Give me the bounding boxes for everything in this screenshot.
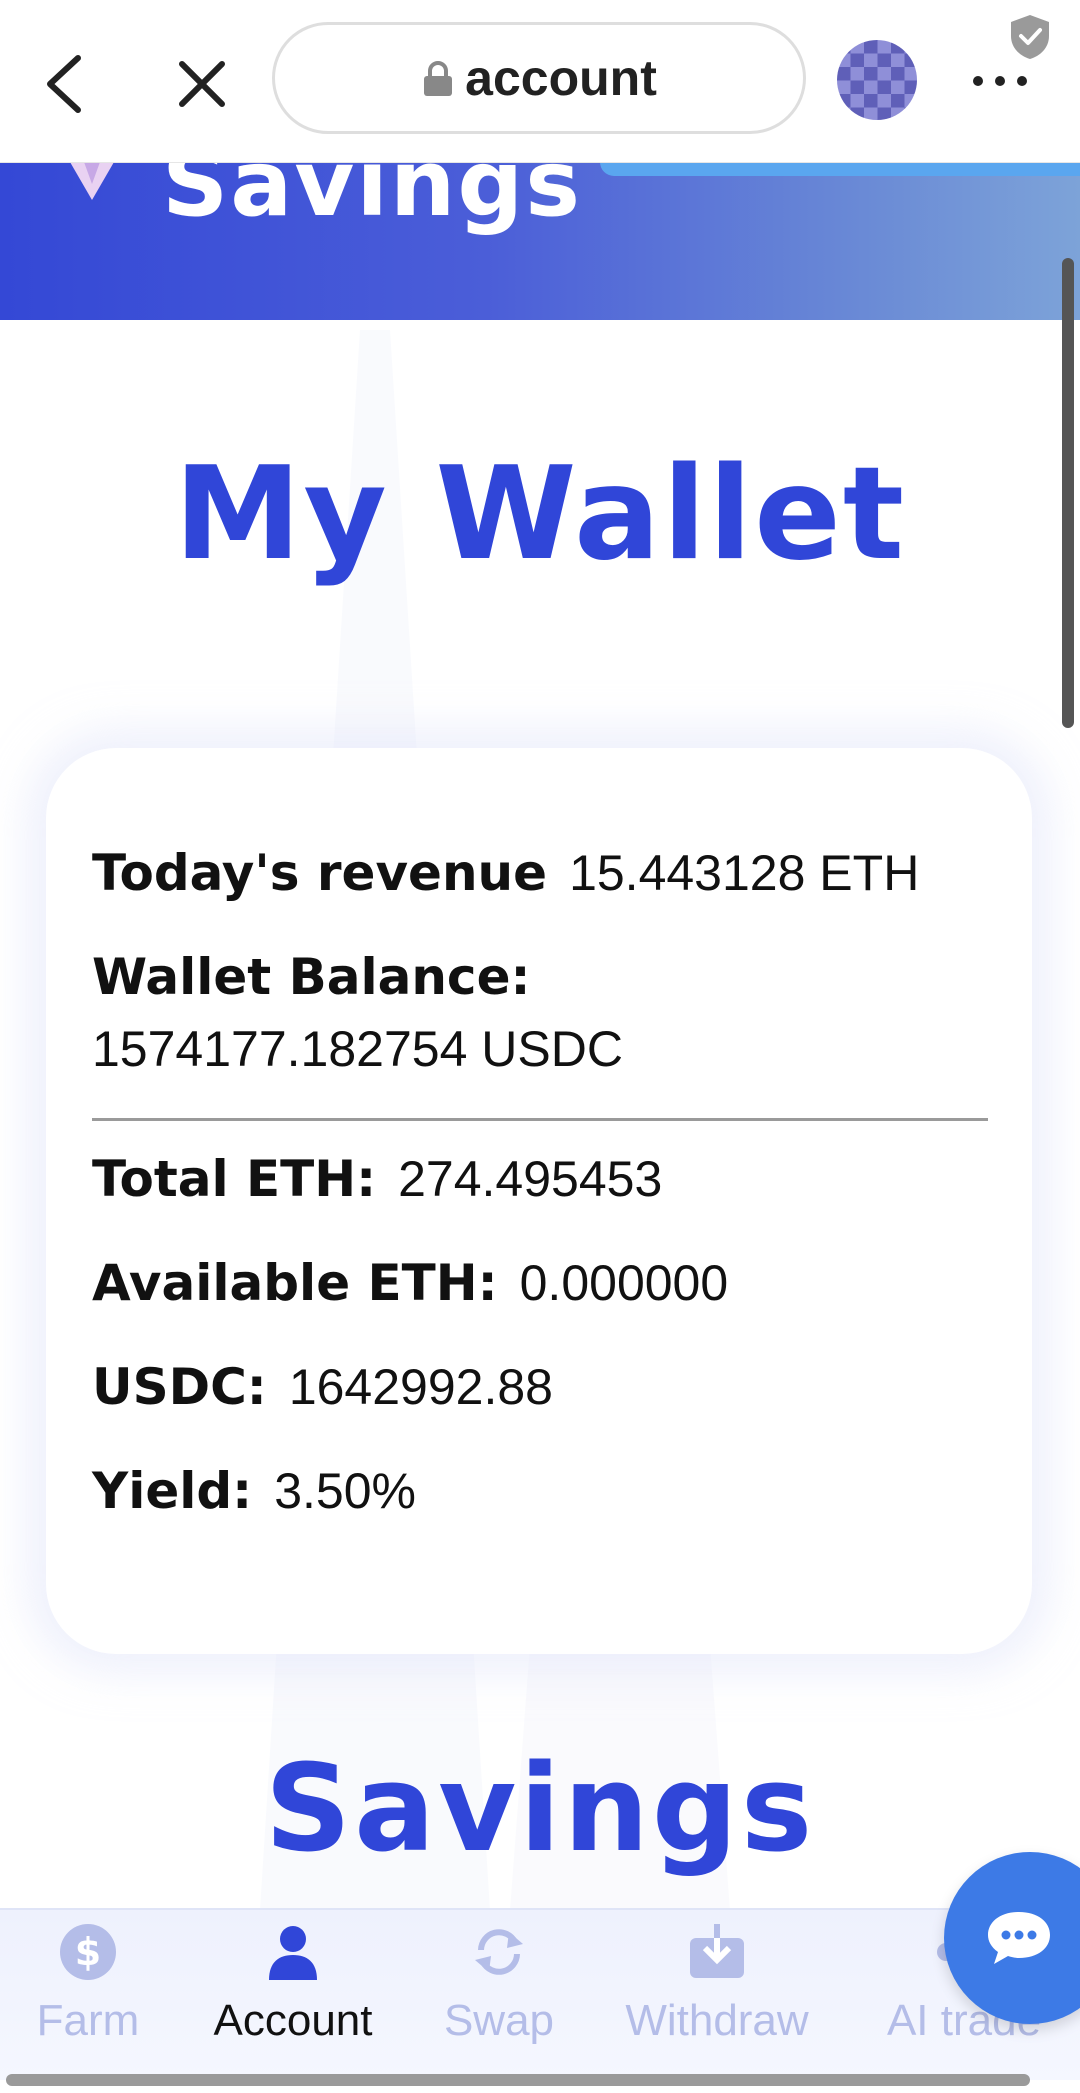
divider — [92, 1118, 988, 1121]
back-button[interactable] — [24, 44, 104, 124]
tab-farm[interactable]: $ Farm — [28, 1920, 148, 2046]
available-eth-row: Available ETH: 0.000000 — [92, 1254, 728, 1312]
usdc-label: USDC: — [92, 1358, 267, 1416]
shield-check-icon — [1011, 15, 1049, 59]
todays-revenue-row: Today's revenue 15.443128 ETH — [92, 844, 919, 902]
total-eth-value: 274.495453 — [398, 1151, 663, 1207]
available-eth-value: 0.000000 — [519, 1255, 729, 1311]
usdc-row: USDC: 1642992.88 — [92, 1358, 553, 1416]
bottom-tab-bar: $ Farm Account Swap Withdraw AI trade — [0, 1908, 1080, 2080]
wallet-balance-label: Wallet Balance: — [92, 948, 531, 1006]
dollar-icon: $ — [56, 1920, 120, 1984]
tab-farm-label: Farm — [36, 1996, 140, 2045]
todays-revenue-value: 15.443128 ETH — [569, 845, 920, 901]
dot-icon — [973, 76, 983, 86]
savings-banner: Savings — [0, 162, 1080, 320]
close-button[interactable] — [162, 44, 242, 124]
chat-bubble-icon — [988, 1912, 1050, 1964]
tab-withdraw[interactable]: Withdraw — [612, 1920, 822, 2046]
close-icon — [179, 61, 225, 107]
page-scrollbar[interactable] — [1062, 258, 1074, 728]
available-eth-label: Available ETH: — [92, 1254, 498, 1312]
yield-row: Yield: 3.50% — [92, 1462, 416, 1520]
dot-icon — [995, 76, 1005, 86]
yield-value: 3.50% — [274, 1463, 416, 1519]
user-icon — [261, 1920, 325, 1984]
wallet-card: Today's revenue 15.443128 ETH Wallet Bala… — [46, 748, 1032, 1654]
tab-account[interactable]: Account — [200, 1920, 386, 2046]
banner-title: Savings — [162, 162, 582, 237]
total-eth-row: Total ETH: 274.495453 — [92, 1150, 662, 1208]
more-options-button[interactable] — [960, 56, 1040, 106]
savings-section-title: Savings — [264, 1740, 816, 1879]
url-text: account — [465, 50, 657, 106]
dot-icon — [1017, 76, 1027, 86]
wallet-balance-value: 1574177.182754 USDC — [92, 1021, 623, 1077]
lock-icon — [424, 61, 453, 96]
wallet-balance-value-row: 1574177.182754 USDC — [92, 1020, 623, 1078]
chevron-left-icon — [47, 55, 81, 113]
home-indicator — [6, 2074, 1030, 2086]
usdc-value: 1642992.88 — [288, 1359, 553, 1415]
tab-swap[interactable]: Swap — [436, 1920, 562, 2046]
banner-accent-strip — [600, 162, 1080, 176]
page-title: My Wallet — [173, 440, 907, 589]
total-eth-label: Total ETH: — [92, 1150, 377, 1208]
svg-text:$: $ — [75, 1930, 101, 1974]
yield-label: Yield: — [92, 1462, 253, 1520]
tab-swap-label: Swap — [443, 1996, 555, 2045]
diamond-logo-icon — [70, 162, 114, 200]
todays-revenue-label: Today's revenue — [92, 844, 548, 902]
browser-top-bar: account — [0, 0, 1080, 163]
download-icon — [685, 1920, 749, 1984]
wallet-balance-label-row: Wallet Balance: — [92, 948, 530, 1006]
tab-withdraw-label: Withdraw — [625, 1996, 809, 2045]
address-bar[interactable]: account — [272, 22, 806, 134]
tab-account-label: Account — [213, 1996, 373, 2045]
avatar[interactable] — [837, 40, 917, 120]
swap-icon — [467, 1920, 531, 1984]
